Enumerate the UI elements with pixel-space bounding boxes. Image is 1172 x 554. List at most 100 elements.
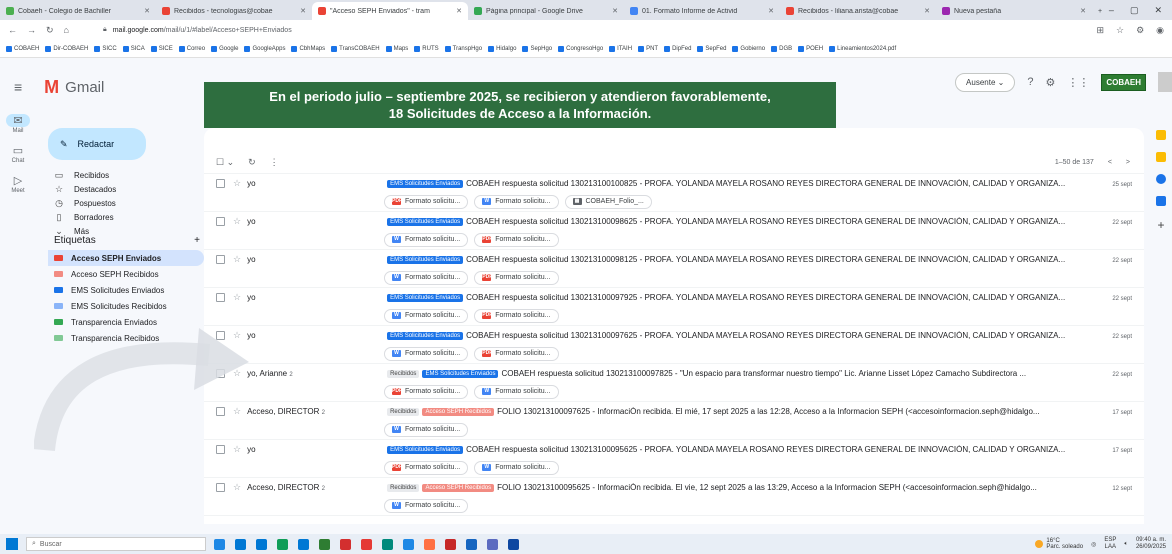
row-checkbox[interactable] bbox=[216, 407, 225, 416]
attachment-chip[interactable]: PDF Formato solicitu... bbox=[384, 460, 469, 475]
browser-tab[interactable]: Cobaeh - Colegio de Bachiller ✕ bbox=[0, 2, 156, 20]
status-dropdown[interactable]: Ausente ⌄ bbox=[955, 72, 1016, 92]
bookmark-item[interactable]: SepFed bbox=[697, 45, 726, 52]
home-icon[interactable]: ⌂ bbox=[64, 25, 69, 35]
attachment-chip[interactable]: PDF Formato solicitu... bbox=[384, 384, 469, 399]
message-row[interactable]: ☆ yo, Arianne 2 Recibidos EMS Solicitudes E… bbox=[204, 364, 1144, 402]
bookmark-item[interactable]: Correo bbox=[178, 45, 205, 52]
taskbar-app-icon[interactable] bbox=[340, 538, 351, 550]
taskbar-app-icon[interactable] bbox=[445, 538, 456, 550]
label-badge[interactable]: EMS Solicitudes Enviados bbox=[387, 255, 464, 264]
attachment-chip[interactable]: W Formato solicitu... bbox=[474, 384, 559, 399]
nav-item[interactable]: ▯ Borradores bbox=[48, 210, 204, 224]
taskbar-app-icon[interactable] bbox=[319, 538, 330, 550]
star-icon[interactable]: ☆ bbox=[233, 482, 241, 493]
taskbar-app-icon[interactable] bbox=[487, 538, 498, 550]
message-row[interactable]: ☆ Acceso, DIRECTOR 2 Recibidos Acceso SEPH … bbox=[204, 478, 1144, 516]
label-badge[interactable]: Recibidos bbox=[387, 407, 420, 416]
bookmark-item[interactable]: CongresoHgo bbox=[558, 45, 603, 52]
star-icon[interactable]: ☆ bbox=[233, 444, 241, 455]
browser-tab[interactable]: Nueva pestaña ✕ bbox=[936, 2, 1092, 20]
taskbar-search[interactable]: ⌕ Buscar bbox=[26, 537, 206, 551]
bookmark-item[interactable]: CbhMaps bbox=[291, 45, 325, 52]
star-icon[interactable]: ☆ bbox=[233, 216, 241, 227]
label-item[interactable]: Acceso SEPH Recibidos bbox=[48, 266, 204, 282]
attachment-chip[interactable]: W Formato solicitu... bbox=[474, 194, 559, 209]
taskbar-app-icon[interactable] bbox=[466, 538, 477, 550]
bookmark-item[interactable]: POEH bbox=[798, 45, 823, 52]
bookmark-item[interactable]: SICE bbox=[150, 45, 173, 52]
star-icon[interactable]: ☆ bbox=[233, 292, 241, 303]
row-checkbox[interactable] bbox=[216, 293, 225, 302]
label-item[interactable]: EMS Solicitudes Recibidos bbox=[48, 298, 204, 314]
rail-item-mail[interactable]: ✉ Mail bbox=[0, 114, 36, 134]
bookmark-item[interactable]: Hidalgo bbox=[488, 45, 516, 52]
label-badge[interactable]: EMS Solicitudes Enviados bbox=[422, 369, 499, 378]
bookmark-item[interactable]: Gobierno bbox=[732, 45, 765, 52]
row-checkbox[interactable] bbox=[216, 255, 225, 264]
attachment-chip[interactable]: PDF Formato solicitu... bbox=[474, 232, 559, 247]
bookmark-item[interactable]: TransCOBAEH bbox=[331, 45, 380, 52]
tab-close-icon[interactable]: ✕ bbox=[924, 7, 930, 15]
tab-close-icon[interactable]: ✕ bbox=[612, 7, 618, 15]
attachment-chip[interactable]: W Formato solicitu... bbox=[384, 346, 469, 361]
settings-icon[interactable]: ⚙ bbox=[1045, 76, 1055, 89]
more-options-icon[interactable]: ⋮ bbox=[270, 157, 279, 168]
attachment-chip[interactable]: PDF Formato solicitu... bbox=[474, 346, 559, 361]
row-checkbox[interactable] bbox=[216, 331, 225, 340]
attachment-chip[interactable]: ▦ COBAEH_Folio_... bbox=[564, 194, 652, 209]
taskbar-app-icon[interactable] bbox=[424, 538, 435, 550]
bookmark-item[interactable]: SICC bbox=[94, 45, 117, 52]
bookmark-item[interactable]: PNT bbox=[638, 45, 658, 52]
browser-tab[interactable]: Recibidos - liliana.arista@cobae ✕ bbox=[780, 2, 936, 20]
tasks-icon[interactable] bbox=[1156, 174, 1166, 184]
start-icon[interactable] bbox=[6, 538, 18, 550]
taskbar-app-icon[interactable] bbox=[235, 538, 246, 550]
taskbar-app-icon[interactable] bbox=[382, 538, 393, 550]
account-avatar[interactable] bbox=[1158, 72, 1172, 92]
star-icon[interactable]: ☆ bbox=[233, 406, 241, 417]
taskbar-app-icon[interactable] bbox=[277, 538, 288, 550]
bookmark-item[interactable]: Lineamientos2024.pdf bbox=[829, 45, 896, 52]
taskbar-app-icon[interactable] bbox=[508, 538, 519, 550]
attachment-chip[interactable]: PDF Formato solicitu... bbox=[384, 194, 469, 209]
label-item[interactable]: Transparencia Enviados bbox=[48, 314, 204, 330]
row-checkbox[interactable] bbox=[216, 483, 225, 492]
browser-tab[interactable]: 01. Formato Informe de Activid ✕ bbox=[624, 2, 780, 20]
label-badge[interactable]: EMS Solicitudes Enviados bbox=[387, 179, 464, 188]
bookmark-item[interactable]: COBAEH bbox=[6, 45, 39, 52]
taskbar-app-icon[interactable] bbox=[214, 538, 225, 550]
help-icon[interactable]: ? bbox=[1027, 76, 1033, 88]
prev-page-icon[interactable]: < bbox=[1108, 159, 1112, 166]
row-checkbox[interactable] bbox=[216, 179, 225, 188]
message-row[interactable]: ☆ yo EMS Solicitudes Enviados COBAEH respue… bbox=[204, 288, 1144, 326]
close-window-icon[interactable]: ✕ bbox=[1154, 5, 1162, 16]
attachment-chip[interactable]: W Formato solicitu... bbox=[384, 498, 469, 513]
profile-icon[interactable]: ◉ bbox=[1156, 25, 1164, 36]
rail-item-chat[interactable]: ▭ Chat bbox=[0, 144, 36, 164]
browser-tab[interactable]: "Acceso SEPH Enviados" - tram ✕ bbox=[312, 2, 468, 20]
tab-close-icon[interactable]: ✕ bbox=[1080, 7, 1086, 15]
keep-icon[interactable] bbox=[1156, 152, 1166, 162]
tab-close-icon[interactable]: ✕ bbox=[300, 7, 306, 15]
bookmark-item[interactable]: Maps bbox=[385, 45, 408, 52]
label-badge[interactable]: EMS Solicitudes Enviados bbox=[387, 445, 464, 454]
url-field[interactable]: 🔒︎ mail.google.com/mail/u/1/#label/Acces… bbox=[103, 26, 292, 34]
attachment-chip[interactable]: PDF Formato solicitu... bbox=[474, 270, 559, 285]
org-logo[interactable]: COBAEH bbox=[1101, 73, 1146, 91]
message-row[interactable]: ☆ yo EMS Solicitudes Enviados COBAEH respue… bbox=[204, 326, 1144, 364]
bookmark-item[interactable]: TranspHgo bbox=[444, 45, 482, 52]
browser-tab[interactable]: Página principal - Google Drive ✕ bbox=[468, 2, 624, 20]
back-icon[interactable]: ← bbox=[8, 25, 17, 35]
next-page-icon[interactable]: > bbox=[1126, 159, 1130, 166]
nav-item[interactable]: ▭ Recibidos bbox=[48, 168, 204, 182]
minimize-icon[interactable]: – bbox=[1109, 5, 1114, 16]
refresh-icon[interactable]: ↻ bbox=[248, 157, 256, 168]
message-row[interactable]: ☆ yo EMS Solicitudes Enviados COBAEH respue… bbox=[204, 440, 1144, 478]
attachment-chip[interactable]: W Formato solicitu... bbox=[384, 232, 469, 247]
attachment-chip[interactable]: W Formato solicitu... bbox=[384, 422, 469, 437]
bookmark-item[interactable]: DipFed bbox=[664, 45, 691, 52]
bookmark-star-icon[interactable]: ☆ bbox=[1116, 25, 1124, 36]
tab-close-icon[interactable]: ✕ bbox=[144, 7, 150, 15]
row-checkbox[interactable] bbox=[216, 217, 225, 226]
